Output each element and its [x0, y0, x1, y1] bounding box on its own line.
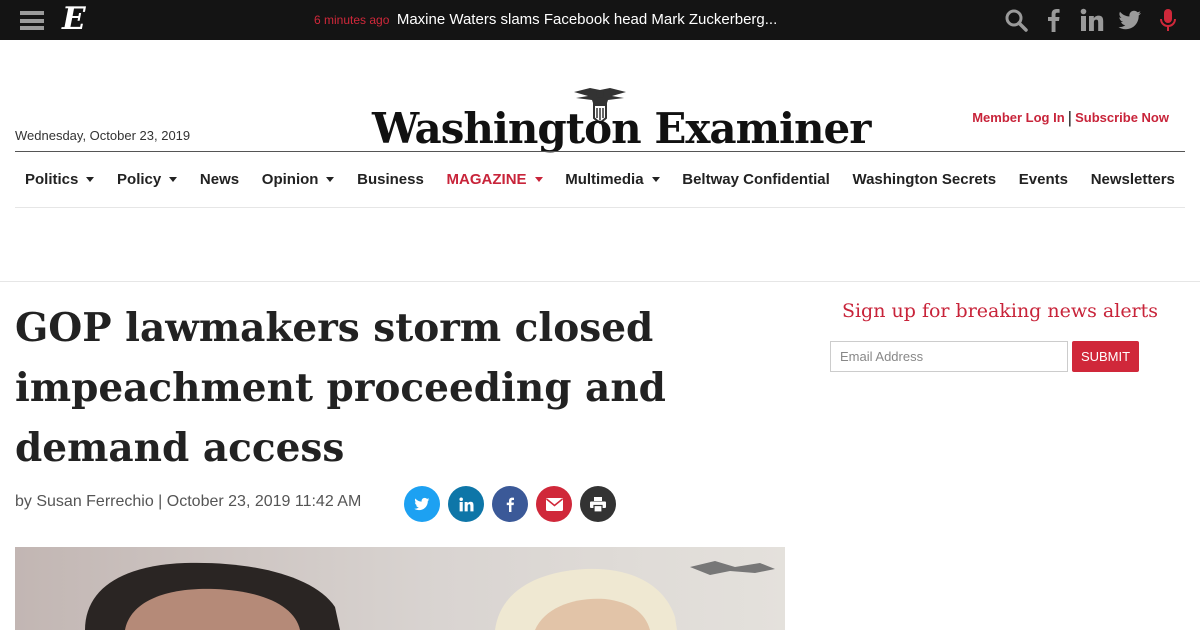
share-linkedin-button[interactable] — [448, 486, 484, 522]
nav-item-label: Washington Secrets — [852, 170, 997, 188]
signup-title: Sign up for breaking news alerts — [841, 300, 1159, 322]
article-photo-image — [15, 547, 785, 630]
nav-item-politics[interactable]: Politics — [25, 170, 95, 188]
caret-down-icon — [169, 176, 178, 182]
nav-divider — [15, 207, 1185, 208]
ticker-time: 6 minutes ago — [314, 13, 390, 27]
caret-down-icon — [326, 176, 335, 182]
nav-item-washington-secrets[interactable]: Washington Secrets — [852, 171, 996, 188]
ticker-headline[interactable]: Maxine Waters slams Facebook head Mark Z… — [397, 11, 777, 28]
nav-item-events[interactable]: Events — [1019, 171, 1068, 188]
news-ticker[interactable]: 6 minutes ago Maxine Waters slams Facebo… — [314, 0, 777, 40]
share-twitter-button[interactable] — [404, 486, 440, 522]
nav-item-label: Politics — [25, 170, 79, 188]
nav-item-newsletters[interactable]: Newsletters — [1091, 171, 1175, 188]
site-logo-small[interactable]: E — [62, 2, 86, 36]
caret-down-icon — [86, 176, 95, 182]
caret-down-icon — [651, 176, 660, 182]
facebook-icon — [506, 497, 514, 512]
nav-item-label: Policy — [117, 170, 162, 188]
ad-area-divider — [0, 281, 1200, 282]
search-icon[interactable] — [1004, 8, 1028, 32]
menu-icon[interactable] — [20, 11, 44, 30]
print-button[interactable] — [580, 486, 616, 522]
email-icon — [545, 497, 563, 511]
nav-item-beltway-confidential[interactable]: Beltway Confidential — [682, 171, 830, 188]
share-buttons — [404, 486, 616, 522]
microphone-icon[interactable] — [1156, 8, 1180, 32]
nav-item-policy[interactable]: Policy — [117, 170, 178, 188]
nav-item-label: Newsletters — [1090, 170, 1175, 188]
article-byline: by Susan Ferrechio | October 23, 2019 11… — [15, 493, 362, 510]
nav-item-news[interactable]: News — [200, 171, 239, 188]
nav-item-opinion[interactable]: Opinion — [262, 171, 335, 188]
linkedin-icon[interactable] — [1080, 8, 1104, 32]
nav-item-business[interactable]: Business — [357, 171, 424, 188]
account-links: Member Log In | Subscribe Now — [972, 107, 1169, 127]
nav-item-label: Beltway Confidential — [682, 170, 830, 188]
subscribe-link[interactable]: Subscribe Now — [1075, 110, 1169, 125]
twitter-icon — [414, 497, 430, 511]
article-title: GOP lawmakers storm closed impeachment p… — [15, 305, 666, 471]
masthead-divider — [15, 151, 1185, 152]
site-logo[interactable]: Washington Examiner — [372, 86, 871, 158]
submit-button[interactable]: SUBMIT — [1072, 341, 1139, 372]
account-separator: | — [1067, 108, 1073, 127]
nav-item-label: Business — [357, 170, 424, 188]
nav-item-multimedia[interactable]: Multimedia — [565, 170, 660, 188]
linkedin-icon — [458, 496, 473, 511]
email-input[interactable] — [830, 341, 1068, 372]
nav-item-label: Events — [1018, 170, 1068, 188]
main-nav: Politics Policy News Opinion Business MAGAZIN… — [15, 163, 1185, 195]
site-wordmark: Washington Examiner — [372, 104, 871, 153]
twitter-icon[interactable] — [1118, 8, 1142, 32]
current-date: Wednesday, October 23, 2019 — [15, 128, 191, 143]
facebook-icon[interactable] — [1042, 8, 1066, 32]
nav-item-label: Multimedia — [565, 170, 644, 188]
member-login-link[interactable]: Member Log In — [972, 110, 1064, 125]
share-facebook-button[interactable] — [492, 486, 528, 522]
top-icons — [1004, 0, 1180, 40]
top-bar: E 6 minutes ago Maxine Waters slams Face… — [0, 0, 1200, 40]
nav-item-label: News — [199, 170, 240, 188]
nav-item-label: Opinion — [261, 170, 319, 188]
print-icon — [590, 496, 606, 512]
share-email-button[interactable] — [536, 486, 572, 522]
nav-item-label: MAGAZINE — [446, 170, 527, 188]
article-photo[interactable] — [15, 547, 785, 630]
caret-down-icon — [534, 176, 543, 182]
nav-item-magazine[interactable]: MAGAZINE — [447, 171, 543, 188]
